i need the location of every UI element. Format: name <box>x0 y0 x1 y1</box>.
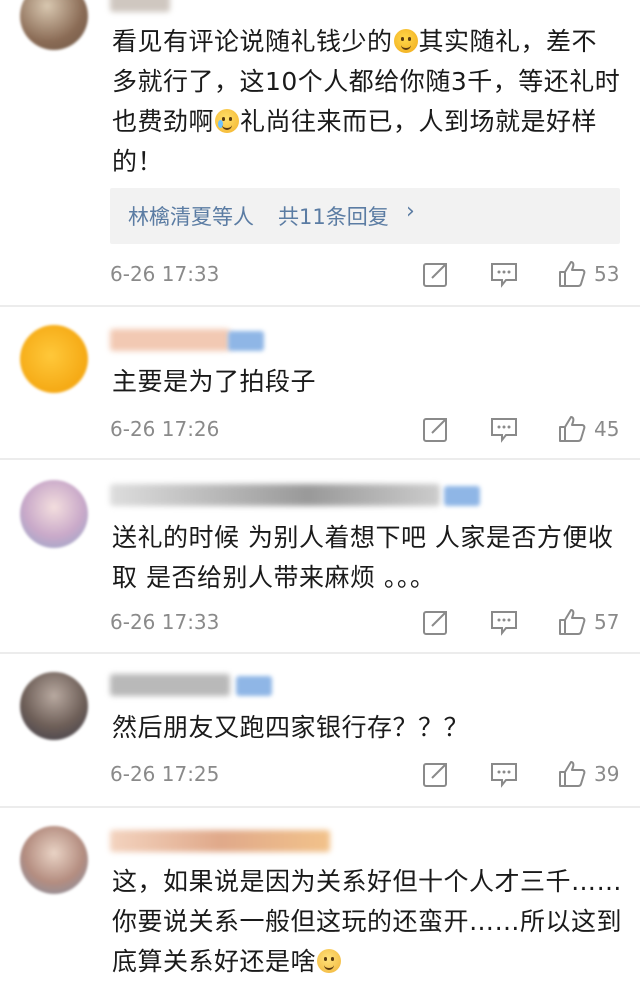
comment-item: 送礼的时候 为别人着想下吧 人家是否方便收取 是否给别人带来麻烦 。。。 6-2… <box>0 460 640 650</box>
shy-emoji <box>317 949 342 973</box>
repost-icon[interactable] <box>420 606 452 638</box>
avatar[interactable] <box>20 480 88 548</box>
repost-icon[interactable] <box>420 258 452 290</box>
username[interactable] <box>110 329 230 351</box>
cry-emoji <box>215 109 240 133</box>
comment-text: 送礼的时候 为别人着想下吧 人家是否方便收取 是否给别人带来麻烦 。。。 <box>112 523 614 592</box>
comment-item: 看见有评论说随礼钱少的 其实随礼，差不多就行了，这10个人都给你随3千，等还礼时也… <box>0 0 640 300</box>
comment-icon[interactable] <box>488 606 520 638</box>
username[interactable] <box>110 674 230 696</box>
user-badge <box>444 486 480 506</box>
comment-item: 主要是为了拍段子 6-26 17:26 45 <box>0 307 640 457</box>
username[interactable] <box>110 484 440 506</box>
comment-text-part: 看见有评论说随礼钱少的 <box>112 27 393 56</box>
like-count: 45 <box>594 417 620 441</box>
user-badge <box>228 331 264 351</box>
comment-meta: 6-26 17:25 39 <box>110 758 620 790</box>
reply-summary[interactable]: 林檎清夏等人 共11条回复 › <box>110 188 620 244</box>
comment-feed: 看见有评论说随礼钱少的 其实随礼，差不多就行了，这10个人都给你随3千，等还礼时也… <box>0 0 640 990</box>
timestamp: 6-26 17:25 <box>110 762 220 786</box>
avatar[interactable] <box>20 672 88 740</box>
avatar[interactable] <box>20 826 88 894</box>
comment-item: 这，如果说是因为关系好但十个人才三千……你要说关系一般但这玩的还蛮开……所以这到… <box>0 808 640 990</box>
grin-emoji <box>393 29 418 53</box>
timestamp: 6-26 17:33 <box>110 610 220 634</box>
comment-item: 然后朋友又跑四家银行存？？？ 6-26 17:25 39 <box>0 654 640 804</box>
comment-text: 主要是为了拍段子 <box>112 367 317 396</box>
timestamp: 6-26 17:33 <box>110 262 220 286</box>
like-icon[interactable] <box>556 606 588 638</box>
comment-meta: 6-26 17:26 45 <box>110 413 620 445</box>
repost-icon[interactable] <box>420 758 452 790</box>
comment-meta: 6-26 17:33 53 <box>110 258 620 290</box>
like-count: 57 <box>594 610 620 634</box>
avatar[interactable] <box>20 325 88 393</box>
comment-text-part: 这，如果说是因为关系好但十个人才三千……你要说关系一般但这玩的还蛮开……所以这到… <box>112 867 623 976</box>
avatar[interactable] <box>20 0 88 50</box>
reply-names[interactable]: 林檎清夏等人 <box>128 201 254 231</box>
comment-text: 然后朋友又跑四家银行存？？？ <box>112 713 470 742</box>
comment-text: 这，如果说是因为关系好但十个人才三千……你要说关系一般但这玩的还蛮开……所以这到… <box>112 862 622 982</box>
reply-count[interactable]: 共11条回复 <box>278 201 389 231</box>
comment-icon[interactable] <box>488 258 520 290</box>
like-icon[interactable] <box>556 258 588 290</box>
like-icon[interactable] <box>556 758 588 790</box>
chevron-right-icon[interactable]: › <box>406 199 415 224</box>
comment-text: 看见有评论说随礼钱少的 其实随礼，差不多就行了，这10个人都给你随3千，等还礼时也… <box>112 22 622 182</box>
like-icon[interactable] <box>556 413 588 445</box>
repost-icon[interactable] <box>420 413 452 445</box>
timestamp: 6-26 17:26 <box>110 417 220 441</box>
like-count: 53 <box>594 262 620 286</box>
comment-meta: 6-26 17:33 57 <box>110 606 620 638</box>
user-badge <box>236 676 272 696</box>
comment-icon[interactable] <box>488 413 520 445</box>
username[interactable] <box>110 0 170 12</box>
like-count: 39 <box>594 762 620 786</box>
username[interactable] <box>110 830 330 852</box>
comment-icon[interactable] <box>488 758 520 790</box>
